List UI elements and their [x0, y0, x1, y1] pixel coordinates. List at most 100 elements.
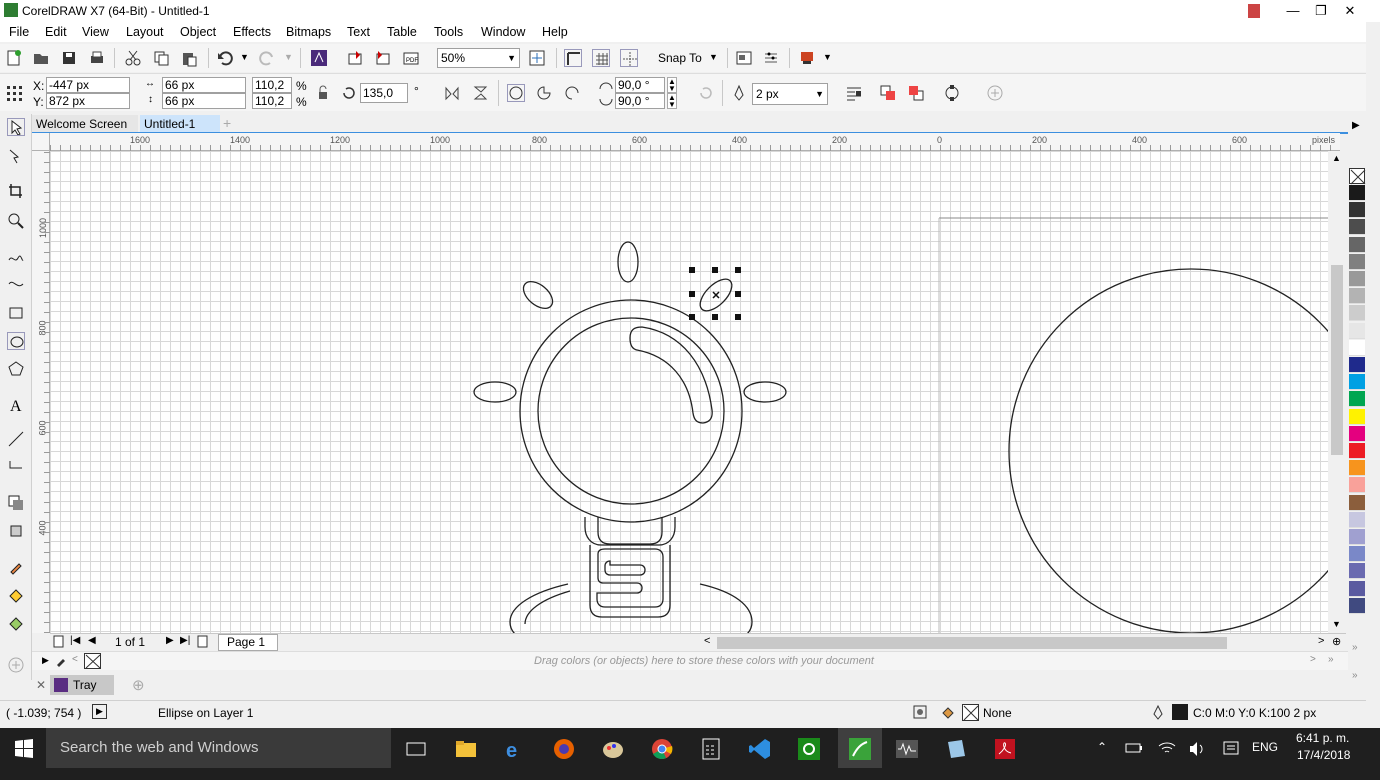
pdf-reader-icon[interactable] [994, 738, 1016, 760]
transparency-tool-icon[interactable] [7, 522, 25, 540]
redo-icon[interactable] [258, 49, 276, 67]
palette-swatch[interactable] [1349, 494, 1365, 511]
coreldraw-taskbar-button[interactable] [838, 728, 882, 768]
notes-app-icon[interactable] [945, 738, 967, 760]
menu-edit[interactable]: Edit [45, 25, 67, 39]
settings-app-icon[interactable] [798, 738, 820, 760]
ruler-origin-icon[interactable] [32, 133, 50, 151]
wrap-text-icon[interactable] [845, 84, 863, 102]
menu-bitmaps[interactable]: Bitmaps [286, 25, 331, 39]
palette-swatch[interactable] [1349, 305, 1365, 322]
firefox-icon[interactable] [553, 738, 575, 760]
ellipse-tool-icon[interactable] [7, 332, 25, 350]
palette-swatch[interactable] [1349, 374, 1365, 391]
palette-swatch[interactable] [1349, 477, 1365, 494]
palette-swatch[interactable] [1349, 253, 1365, 270]
menu-text[interactable]: Text [347, 25, 370, 39]
palette-swatch[interactable] [1349, 460, 1365, 477]
start-angle-spinner[interactable]: ▲ ▼ [667, 77, 677, 93]
menu-help[interactable]: Help [542, 25, 568, 39]
palette-swatch[interactable] [1349, 511, 1365, 528]
paint-icon[interactable] [602, 738, 624, 760]
close-button[interactable]: ✕ [1336, 0, 1364, 22]
last-page-icon[interactable]: ▶| [180, 635, 190, 646]
palette-swatch[interactable] [1349, 443, 1365, 459]
undo-dropdown-icon[interactable]: ▼ [240, 52, 249, 62]
arc-mode-icon[interactable] [563, 84, 581, 102]
palette-swatch[interactable] [1349, 563, 1365, 580]
zoom-fit-icon[interactable] [528, 49, 546, 67]
doc-palette-right-icon[interactable]: > [1310, 654, 1316, 665]
outline-width-select[interactable]: 2 px ▼ [752, 83, 828, 105]
undo-icon[interactable] [216, 49, 234, 67]
publish-pdf-icon[interactable]: PDF [402, 49, 420, 67]
copy-icon[interactable] [152, 49, 170, 67]
panel-expand-icon[interactable]: » [1352, 670, 1358, 681]
scroll-left-icon[interactable]: < [704, 635, 710, 647]
tab-welcome-screen[interactable]: Welcome Screen [32, 115, 138, 132]
new-document-icon[interactable] [5, 49, 23, 67]
scale-height-field[interactable]: 110,2 [252, 93, 292, 109]
to-front-icon[interactable] [879, 84, 897, 102]
doc-palette-no-color-swatch[interactable] [84, 653, 101, 669]
scroll-right-icon[interactable]: > [1318, 635, 1324, 647]
doc-palette-left-icon[interactable]: < [72, 654, 78, 665]
fill-none-swatch[interactable] [962, 704, 979, 721]
chrome-icon[interactable] [651, 738, 673, 760]
add-page-after-icon[interactable] [196, 634, 210, 648]
cut-icon[interactable] [124, 49, 142, 67]
tray-close-icon[interactable]: ✕ [36, 678, 46, 692]
menu-layout[interactable]: Layout [126, 25, 164, 39]
input-language[interactable]: ENG [1252, 740, 1278, 754]
palette-swatch[interactable] [1349, 597, 1365, 614]
show-rulers-icon[interactable] [564, 49, 582, 67]
freehand-tool-icon[interactable] [7, 248, 25, 266]
volume-icon[interactable] [1188, 740, 1206, 756]
palette-swatch[interactable] [1349, 339, 1365, 356]
navigator-zoom-icon[interactable]: ⊕ [1332, 635, 1341, 648]
next-page-icon[interactable]: ▶ [166, 635, 174, 646]
status-expand-icon[interactable]: ▶ [92, 704, 107, 719]
interactive-fill-icon[interactable] [7, 586, 25, 604]
page-tab[interactable]: Page 1 [218, 634, 278, 651]
palette-swatch[interactable] [1349, 185, 1365, 201]
welcome-screen-icon[interactable] [735, 49, 753, 67]
windows-start-icon[interactable] [14, 738, 34, 758]
palette-swatch[interactable] [1349, 357, 1365, 373]
paste-icon[interactable] [180, 49, 198, 67]
palette-swatch[interactable] [1349, 236, 1365, 253]
palette-swatch[interactable] [1349, 529, 1365, 545]
smart-drawing-tool-icon[interactable] [7, 274, 25, 292]
fill-bucket-icon[interactable] [940, 704, 956, 720]
smart-fill-icon[interactable] [7, 614, 25, 632]
palette-swatch[interactable] [1349, 546, 1365, 563]
y-position-field[interactable]: 872 px [46, 93, 130, 109]
show-guidelines-icon[interactable] [620, 49, 638, 67]
palette-swatch[interactable] [1349, 202, 1365, 219]
outline-color-swatch[interactable] [1172, 704, 1188, 720]
open-folder-icon[interactable] [32, 49, 50, 67]
mirror-vertical-icon[interactable] [471, 84, 489, 102]
tray-add-icon[interactable]: ⊕ [132, 676, 145, 694]
palette-swatch[interactable] [1349, 271, 1365, 287]
minimize-button[interactable]: — [1279, 0, 1307, 22]
menu-effects[interactable]: Effects [233, 25, 271, 39]
zoom-tool-icon[interactable] [7, 212, 25, 230]
menu-object[interactable]: Object [180, 25, 216, 39]
ellipse-mode-icon[interactable] [507, 84, 525, 102]
taskbar-search-box[interactable]: Search the web and Windows [46, 728, 391, 768]
rotation-angle-field[interactable]: 135,0 [360, 83, 408, 103]
notifications-icon[interactable] [1222, 740, 1240, 756]
file-explorer-icon[interactable] [455, 738, 477, 760]
add-page-before-icon[interactable] [52, 634, 66, 648]
palette-swatch[interactable] [1349, 288, 1365, 305]
panel-collapse-icon[interactable]: » [1352, 642, 1358, 653]
save-icon[interactable] [60, 49, 78, 67]
horizontal-scroll-thumb[interactable] [717, 637, 1227, 649]
drawing-canvas[interactable] [50, 151, 1328, 633]
task-view-icon[interactable] [405, 738, 427, 760]
drop-shadow-tool-icon[interactable] [7, 494, 25, 512]
snap-to-dropdown[interactable]: Snap To [658, 51, 702, 65]
crop-tool-icon[interactable] [7, 182, 25, 200]
vertical-ruler[interactable]: 1000 800 600 400 [32, 151, 50, 633]
